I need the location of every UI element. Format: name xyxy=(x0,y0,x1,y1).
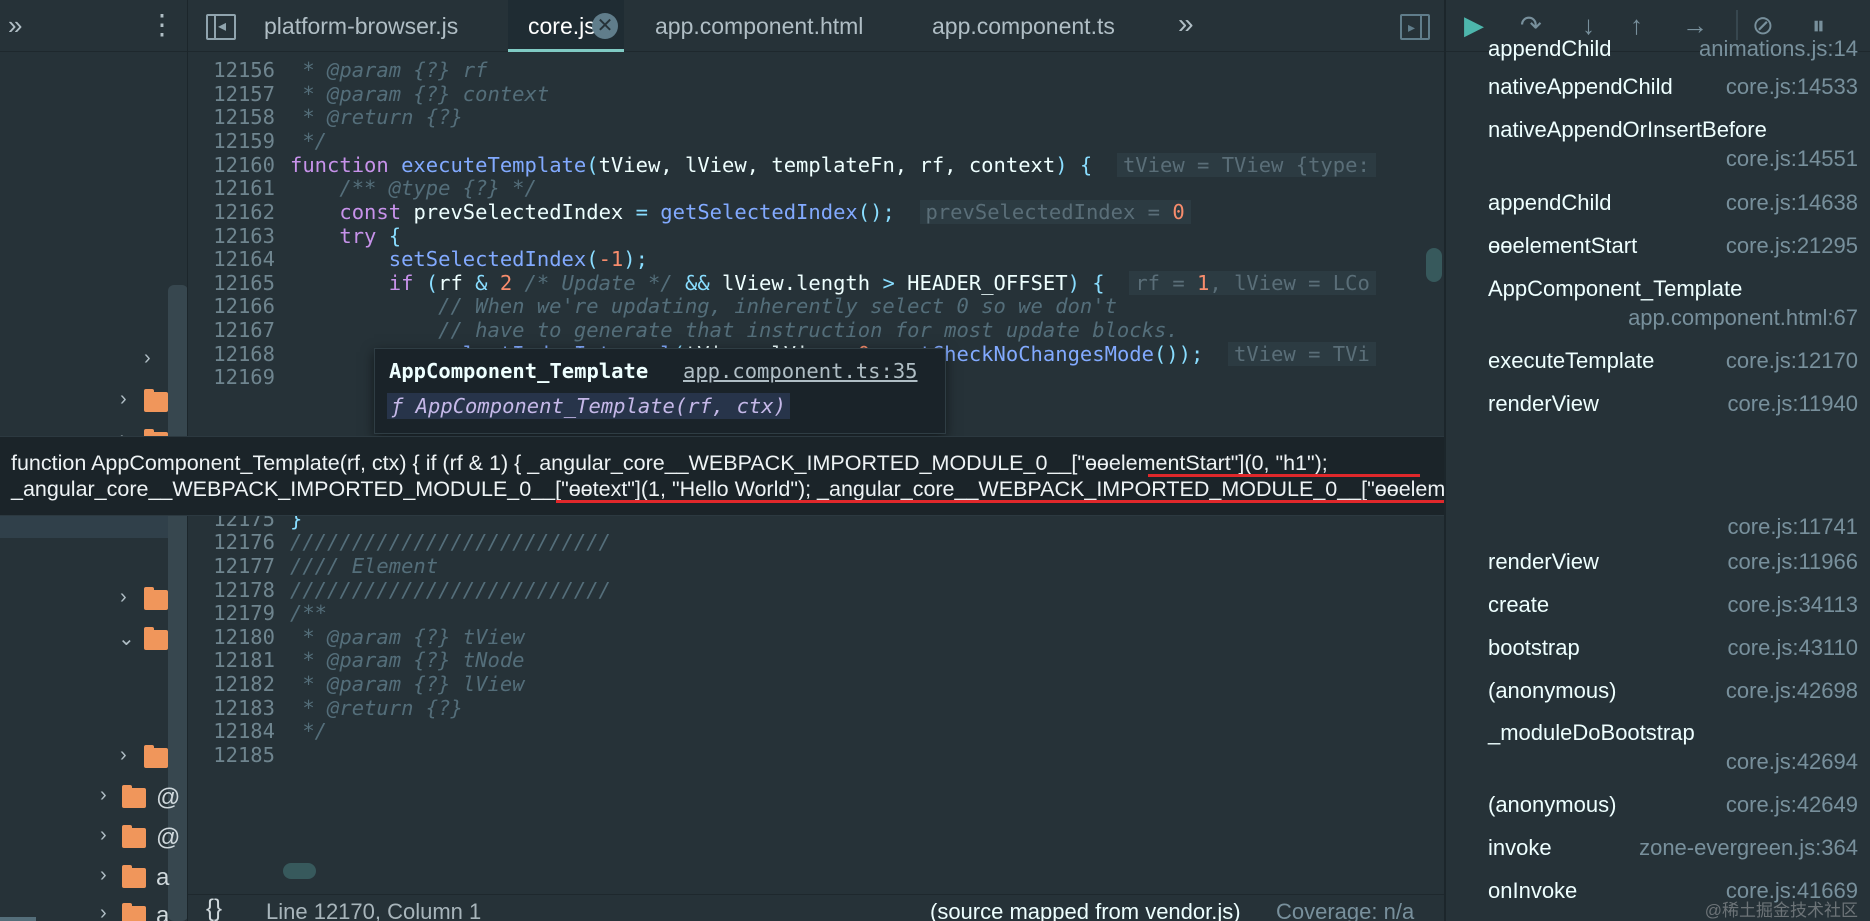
navigator-header: » ⋮ xyxy=(0,0,187,52)
more-tabs-icon[interactable]: » xyxy=(8,10,22,41)
folder-icon xyxy=(122,785,146,808)
tooltip-line: _angular_core__WEBPACK_IMPORTED_MODULE_0… xyxy=(11,477,1574,501)
tree-row[interactable]: › xyxy=(0,384,187,420)
tab-label: app.component.html xyxy=(655,13,864,39)
coverage-status: Coverage: n/a xyxy=(1276,899,1415,921)
call-frame[interactable]: nativeAppendOrInsertBefore core.js:14551 xyxy=(1446,117,1870,175)
highlight-text-call: "ɵɵtext"](1, "Hello World"); _angular_co… xyxy=(561,477,1368,501)
tab-label: app.component.ts xyxy=(932,13,1115,39)
cursor-position: Line 12170, Column 1 xyxy=(266,899,482,921)
popover-function-name: AppComponent_Template xyxy=(389,359,649,383)
chevron-right-icon[interactable]: › xyxy=(120,744,127,767)
call-frame[interactable]: ɵɵelementStart core.js:21295 xyxy=(1446,233,1870,269)
toggle-navigator-icon[interactable] xyxy=(206,14,236,40)
popover-location-link[interactable]: app.component.ts:35 xyxy=(683,359,918,383)
tab-label: core.js xyxy=(528,13,596,39)
popover-signature[interactable]: ƒ AppComponent_Template(rf, ctx) xyxy=(387,393,790,419)
close-icon[interactable]: ✕ xyxy=(592,13,618,39)
status-bar: {} Line 12170, Column 1 (source mapped f… xyxy=(188,894,1444,921)
tree-item-label: a xyxy=(156,902,170,921)
tree-row[interactable]: › @ xyxy=(0,820,187,856)
call-frame[interactable]: bootstrap core.js:43110 xyxy=(1446,635,1870,671)
tab-app-component-html[interactable]: app.component.html xyxy=(655,0,863,52)
chevron-right-icon[interactable]: › xyxy=(100,902,107,921)
folder-icon xyxy=(144,627,168,650)
call-frame[interactable]: invoke zone-evergreen.js:364 xyxy=(1446,835,1870,871)
more-tabs-icon[interactable]: » xyxy=(1178,8,1194,40)
pretty-print-icon[interactable]: {} xyxy=(206,895,222,921)
folder-icon xyxy=(144,389,168,412)
chevron-right-icon[interactable]: › xyxy=(100,784,107,807)
tab-core-js[interactable]: core.js ✕ xyxy=(508,0,624,52)
tree-item-label: a xyxy=(156,864,170,891)
call-frame[interactable]: nativeAppendChild core.js:14533 xyxy=(1446,74,1870,110)
chevron-right-icon[interactable]: › xyxy=(100,864,107,887)
chevron-right-icon[interactable]: › xyxy=(120,388,127,411)
divider xyxy=(0,917,36,921)
tree-item-label: @ xyxy=(156,784,181,811)
tree-row[interactable]: › a xyxy=(0,860,187,896)
call-frame[interactable]: appendChild core.js:14638 xyxy=(1446,190,1870,226)
code-line: 12185 xyxy=(213,743,275,767)
tree-row[interactable]: › xyxy=(0,740,187,776)
call-frame[interactable]: (anonymous) core.js:42649 xyxy=(1446,792,1870,828)
folder-icon xyxy=(122,865,146,888)
folder-icon xyxy=(122,903,146,921)
tooltip-line: function AppComponent_Template(rf, ctx) … xyxy=(11,451,1328,475)
folder-icon xyxy=(144,587,168,610)
call-frame[interactable]: AppComponent_Template app.component.html:… xyxy=(1446,276,1870,334)
tree-item-label: @ xyxy=(156,824,181,851)
call-frame[interactable]: appendChild animations.js:14 xyxy=(1446,30,1870,61)
call-frame[interactable]: _moduleDoBootstrap core.js:42694 xyxy=(1446,720,1870,778)
kebab-menu-icon[interactable]: ⋮ xyxy=(148,8,176,41)
call-frame[interactable]: create core.js:34113 xyxy=(1446,592,1870,628)
chevron-right-icon[interactable]: › xyxy=(120,586,127,609)
folder-icon xyxy=(144,745,168,768)
toggle-debugger-icon[interactable] xyxy=(1400,14,1430,40)
red-underline xyxy=(1148,474,1420,477)
tab-platform-browser[interactable]: platform-browser.js xyxy=(264,0,458,52)
inline-value: prevSelectedIndex = 0 xyxy=(919,200,1191,224)
debugger-panel: ▶ ↷ ↓ ↑ → ⊘ ⏸ appendChild animations.js:1… xyxy=(1444,0,1870,921)
hover-popover: AppComponent_Template app.component.ts:3… xyxy=(374,348,946,434)
tree-row[interactable]: ⌄ xyxy=(0,622,187,658)
watermark: @稀土掘金技术社区 xyxy=(1704,901,1858,920)
tree-row[interactable]: › xyxy=(0,343,187,379)
editor-scrollbar[interactable] xyxy=(1426,248,1442,282)
chevron-right-icon[interactable]: › xyxy=(144,347,151,370)
tab-label: platform-browser.js xyxy=(264,13,459,39)
fold-marker[interactable] xyxy=(283,863,316,879)
tree-row[interactable]: › xyxy=(0,582,187,618)
call-frame[interactable]: (anonymous) core.js:42698 xyxy=(1446,678,1870,714)
call-frame[interactable]: renderView core.js:11940 xyxy=(1446,391,1870,427)
tab-app-component-ts[interactable]: app.component.ts xyxy=(932,0,1115,52)
call-frame[interactable]: renderView core.js:11966 xyxy=(1446,549,1870,585)
chevron-right-icon[interactable]: › xyxy=(100,824,107,847)
call-frame-current[interactable]: executeTemplate core.js:12170 xyxy=(1446,348,1870,384)
tree-row[interactable]: › @ xyxy=(0,780,187,816)
folder-icon xyxy=(122,825,146,848)
call-frame[interactable]: core.js:11741 xyxy=(1446,512,1870,540)
chevron-down-icon[interactable]: ⌄ xyxy=(118,626,135,651)
source-map-link[interactable]: (source mapped from vendor.js) xyxy=(930,899,1241,921)
highlight-element-start: "ɵɵelementStart"](0, "h1"); xyxy=(1077,451,1328,475)
editor-tab-bar: platform-browser.js core.js ✕ app.compon… xyxy=(188,0,1444,52)
